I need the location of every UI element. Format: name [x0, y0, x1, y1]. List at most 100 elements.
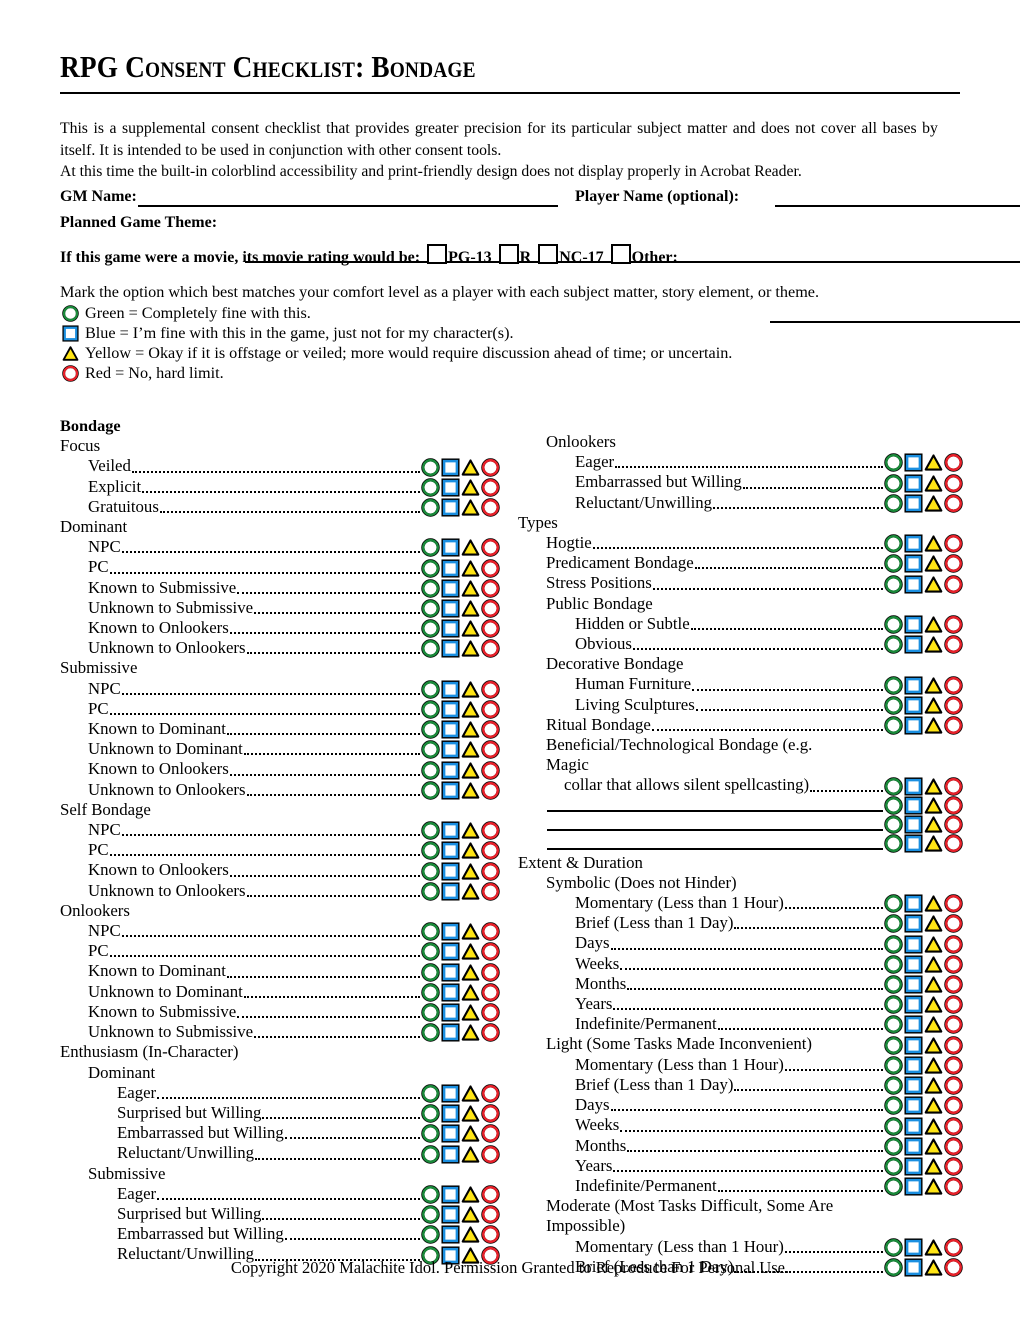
option-green-circle[interactable] — [884, 975, 903, 994]
option-green-circle[interactable] — [421, 1084, 440, 1103]
option-green-circle[interactable] — [884, 696, 903, 715]
option-yellow-triangle[interactable] — [461, 478, 480, 497]
option-red-circle[interactable] — [481, 1185, 500, 1204]
option-red-circle[interactable] — [481, 942, 500, 962]
option-blue-square[interactable] — [441, 639, 460, 658]
option-yellow-triangle[interactable] — [924, 935, 943, 954]
option-green-circle[interactable] — [884, 635, 903, 654]
option-blue-square[interactable] — [441, 700, 460, 719]
option-blue-square[interactable] — [441, 619, 460, 638]
option-yellow-triangle[interactable] — [461, 761, 480, 780]
option-red-circle[interactable] — [481, 700, 500, 719]
option-green-circle[interactable] — [421, 1144, 440, 1164]
option-green-circle[interactable] — [421, 882, 440, 901]
option-yellow-triangle[interactable] — [461, 1023, 480, 1042]
option-red-circle[interactable] — [944, 814, 963, 834]
option-red-circle[interactable] — [944, 1136, 963, 1156]
option-red-circle[interactable] — [481, 1084, 500, 1103]
option-green-circle[interactable] — [884, 675, 903, 695]
option-blue-square[interactable] — [441, 599, 460, 618]
option-yellow-triangle[interactable] — [461, 639, 480, 658]
option-yellow-triangle[interactable] — [461, 700, 480, 719]
option-blue-square[interactable] — [904, 615, 923, 634]
option-red-circle[interactable] — [944, 1116, 963, 1136]
option-green-circle[interactable] — [421, 781, 440, 800]
option-green-circle[interactable] — [421, 619, 440, 638]
option-blue-square[interactable] — [904, 955, 923, 974]
option-green-circle[interactable] — [421, 457, 440, 477]
option-green-circle[interactable] — [884, 776, 903, 796]
player-name-input[interactable] — [775, 205, 1020, 207]
option-blue-square[interactable] — [904, 777, 923, 796]
option-blue-square[interactable] — [904, 494, 923, 513]
option-red-circle[interactable] — [944, 914, 963, 934]
option-yellow-triangle[interactable] — [924, 1015, 943, 1034]
option-yellow-triangle[interactable] — [461, 1084, 480, 1103]
checklist-write-in-row[interactable] — [518, 814, 963, 834]
option-green-circle[interactable] — [884, 534, 903, 553]
option-blue-square[interactable] — [904, 1177, 923, 1196]
option-yellow-triangle[interactable] — [924, 1096, 943, 1115]
option-green-circle[interactable] — [421, 962, 440, 982]
option-green-circle[interactable] — [884, 1238, 903, 1257]
option-green-circle[interactable] — [421, 760, 440, 780]
option-green-circle[interactable] — [421, 720, 440, 739]
option-green-circle[interactable] — [421, 1003, 440, 1022]
option-yellow-triangle[interactable] — [924, 777, 943, 796]
option-green-circle[interactable] — [421, 700, 440, 719]
option-green-circle[interactable] — [421, 1104, 440, 1123]
option-yellow-triangle[interactable] — [461, 619, 480, 638]
option-green-circle[interactable] — [421, 498, 440, 517]
option-green-circle[interactable] — [884, 1136, 903, 1156]
option-yellow-triangle[interactable] — [924, 1177, 943, 1196]
option-green-circle[interactable] — [884, 795, 903, 815]
option-red-circle[interactable] — [944, 833, 963, 853]
option-blue-square[interactable] — [904, 975, 923, 994]
option-green-circle[interactable] — [421, 478, 440, 497]
option-red-circle[interactable] — [481, 619, 500, 638]
option-red-circle[interactable] — [481, 1023, 500, 1043]
option-blue-square[interactable] — [441, 841, 460, 860]
option-blue-square[interactable] — [904, 1238, 923, 1257]
option-blue-square[interactable] — [441, 720, 460, 739]
option-blue-square[interactable] — [904, 676, 923, 695]
option-blue-square[interactable] — [441, 983, 460, 1002]
option-yellow-triangle[interactable] — [461, 983, 480, 1002]
option-blue-square[interactable] — [441, 922, 460, 941]
option-blue-square[interactable] — [441, 862, 460, 881]
option-blue-square[interactable] — [904, 474, 923, 493]
option-red-circle[interactable] — [481, 841, 500, 861]
option-yellow-triangle[interactable] — [461, 1104, 480, 1123]
option-red-circle[interactable] — [944, 1177, 963, 1196]
option-green-circle[interactable] — [421, 599, 440, 618]
write-in-line[interactable] — [547, 834, 883, 850]
option-red-circle[interactable] — [481, 558, 500, 578]
option-yellow-triangle[interactable] — [461, 458, 480, 477]
option-yellow-triangle[interactable] — [461, 942, 480, 961]
option-yellow-triangle[interactable] — [924, 575, 943, 594]
option-yellow-triangle[interactable] — [461, 1225, 480, 1244]
option-yellow-triangle[interactable] — [924, 1137, 943, 1156]
option-red-circle[interactable] — [944, 795, 963, 815]
option-yellow-triangle[interactable] — [924, 1076, 943, 1095]
option-blue-square[interactable] — [441, 680, 460, 699]
option-green-circle[interactable] — [421, 922, 440, 941]
option-red-circle[interactable] — [481, 680, 500, 699]
option-green-circle[interactable] — [884, 1015, 903, 1035]
option-green-circle[interactable] — [421, 579, 440, 598]
option-red-circle[interactable] — [481, 740, 500, 760]
option-blue-square[interactable] — [904, 575, 923, 594]
option-yellow-triangle[interactable] — [461, 1124, 480, 1143]
option-green-circle[interactable] — [421, 1124, 440, 1144]
option-green-circle[interactable] — [884, 1076, 903, 1095]
option-blue-square[interactable] — [904, 815, 923, 834]
option-blue-square[interactable] — [441, 821, 460, 840]
option-blue-square[interactable] — [441, 538, 460, 557]
option-green-circle[interactable] — [884, 615, 903, 634]
option-blue-square[interactable] — [441, 579, 460, 598]
option-yellow-triangle[interactable] — [461, 821, 480, 840]
option-red-circle[interactable] — [481, 1104, 500, 1123]
option-red-circle[interactable] — [481, 579, 500, 598]
option-blue-square[interactable] — [441, 963, 460, 982]
option-blue-square[interactable] — [441, 1124, 460, 1143]
